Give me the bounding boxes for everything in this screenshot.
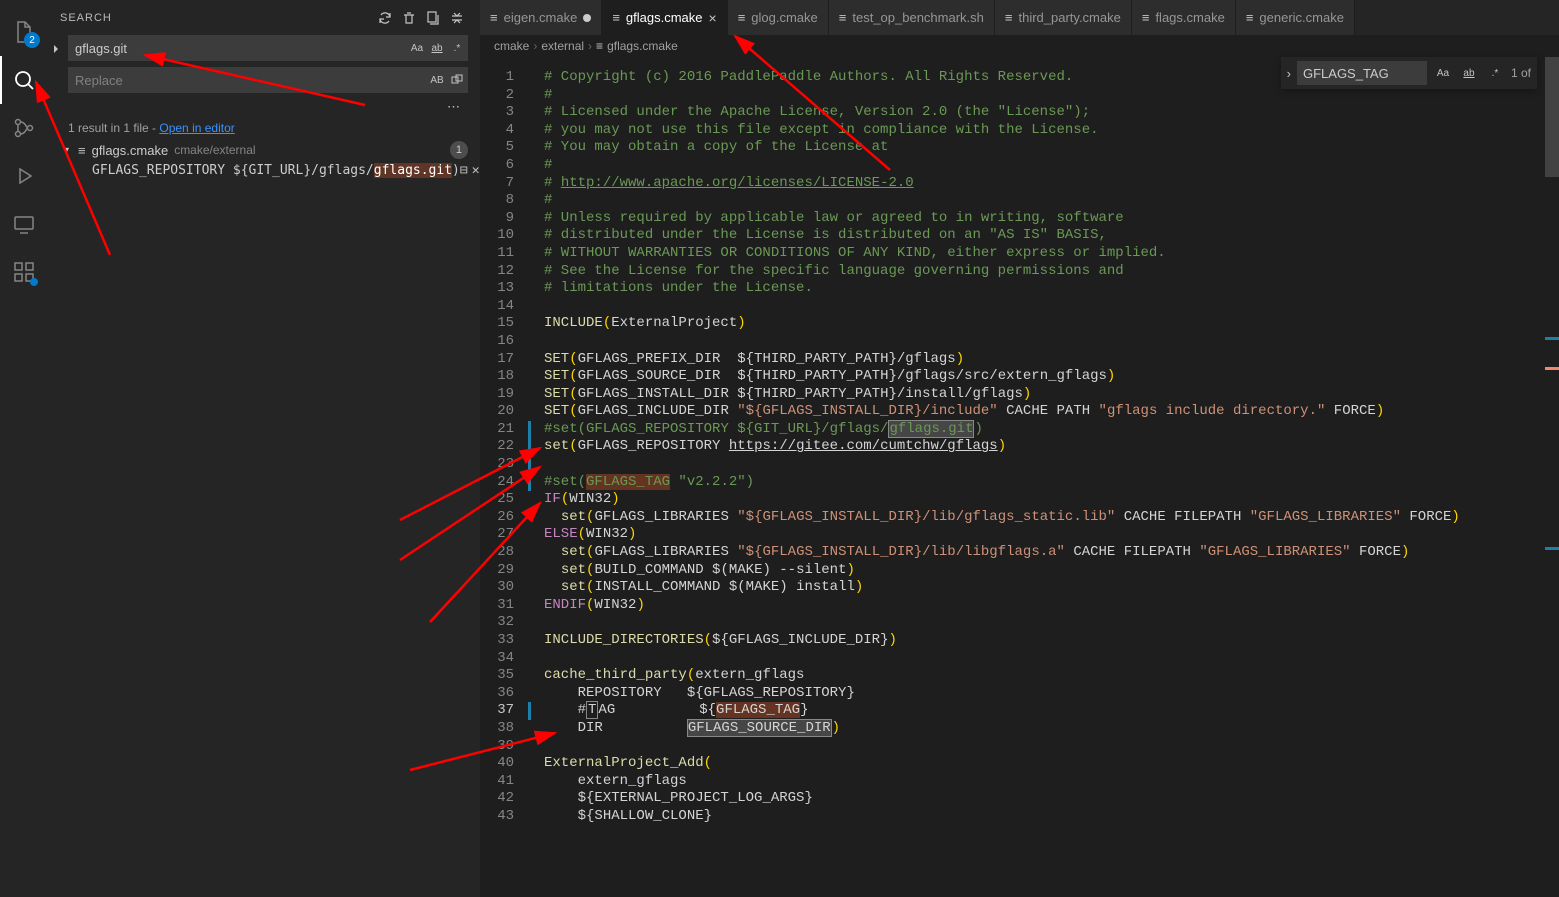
search-input-row: Aa ab .* — [68, 35, 468, 61]
expand-replace-icon[interactable] — [50, 43, 62, 58]
find-count: 1 of — [1511, 66, 1531, 80]
file-icon: ≡ — [78, 143, 86, 158]
collapse-icon[interactable] — [446, 7, 468, 29]
scm-icon[interactable] — [0, 104, 48, 152]
remote-icon[interactable] — [0, 200, 48, 248]
match-word-icon[interactable]: ab — [427, 38, 447, 58]
code-editor[interactable]: 1234567891011121314151617181920212223242… — [480, 57, 1559, 897]
close-match-icon[interactable]: ✕ — [472, 163, 480, 178]
sidebar-title: SEARCH — [60, 12, 372, 24]
replace-input[interactable] — [69, 73, 427, 88]
dismiss-icon[interactable]: ⊟ — [460, 163, 468, 178]
scrollbar-thumb[interactable] — [1545, 57, 1559, 177]
tab-flags-cmake[interactable]: ≡flags.cmake — [1132, 0, 1236, 35]
result-file-row[interactable]: ▾ ≡ gflags.cmake cmake/external 1 — [48, 139, 480, 161]
search-form: Aa ab .* AB ⋯ — [48, 35, 480, 115]
search-input[interactable] — [69, 41, 407, 56]
extensions-icon[interactable] — [0, 248, 48, 296]
replace-all-icon[interactable] — [447, 70, 467, 90]
find-word-icon[interactable]: ab — [1459, 63, 1479, 83]
code-content[interactable]: # Copyright (c) 2016 PaddlePaddle Author… — [528, 57, 1559, 897]
tab-test_op_benchmark-sh[interactable]: ≡test_op_benchmark.sh — [829, 0, 995, 35]
tab-bar: ≡eigen.cmake≡gflags.cmake×≡glog.cmake≡te… — [480, 0, 1559, 35]
clear-icon[interactable] — [398, 7, 420, 29]
new-editor-icon[interactable] — [422, 7, 444, 29]
results-summary: 1 result in 1 file - Open in editor — [48, 115, 480, 139]
find-regex-icon[interactable]: .* — [1485, 63, 1505, 83]
toggle-details-icon[interactable]: ⋯ — [68, 99, 468, 115]
breadcrumb[interactable]: cmake› external› ≡gflags.cmake — [480, 35, 1559, 57]
activity-bar: 2 — [0, 0, 48, 897]
replace-input-row: AB — [68, 67, 468, 93]
regex-icon[interactable]: .* — [447, 38, 467, 58]
match-case-icon[interactable]: Aa — [407, 38, 427, 58]
preserve-case-icon[interactable]: AB — [427, 70, 447, 90]
result-file-path: cmake/external — [174, 143, 255, 157]
debug-icon[interactable] — [0, 152, 48, 200]
search-sidebar: SEARCH Aa ab .* AB ⋯ 1 result in 1 file … — [48, 0, 480, 897]
sidebar-header: SEARCH — [48, 0, 480, 35]
result-match-line[interactable]: GFLAGS_REPOSITORY ${GIT_URL}/gflags/gfla… — [48, 161, 480, 180]
search-icon[interactable] — [0, 56, 48, 104]
scrollbar[interactable] — [1545, 57, 1559, 897]
tab-eigen-cmake[interactable]: ≡eigen.cmake — [480, 0, 602, 35]
open-in-editor-link[interactable]: Open in editor — [159, 121, 234, 135]
tab-third_party-cmake[interactable]: ≡third_party.cmake — [995, 0, 1132, 35]
find-expand-icon[interactable]: › — [1287, 66, 1291, 81]
find-case-icon[interactable]: Aa — [1433, 63, 1453, 83]
result-file-name: gflags.cmake — [92, 143, 169, 158]
refresh-icon[interactable] — [374, 7, 396, 29]
extensions-badge — [30, 278, 38, 286]
find-input[interactable] — [1297, 61, 1427, 85]
explorer-icon[interactable]: 2 — [0, 8, 48, 56]
tab-generic-cmake[interactable]: ≡generic.cmake — [1236, 0, 1355, 35]
editor-group: ≡eigen.cmake≡gflags.cmake×≡glog.cmake≡te… — [480, 0, 1559, 897]
tab-glog-cmake[interactable]: ≡glog.cmake — [728, 0, 829, 35]
explorer-badge: 2 — [24, 32, 40, 48]
line-gutter: 1234567891011121314151617181920212223242… — [480, 57, 528, 897]
tab-gflags-cmake[interactable]: ≡gflags.cmake× — [602, 0, 727, 35]
find-widget: › Aa ab .* 1 of — [1281, 57, 1537, 89]
result-count-badge: 1 — [450, 141, 468, 159]
